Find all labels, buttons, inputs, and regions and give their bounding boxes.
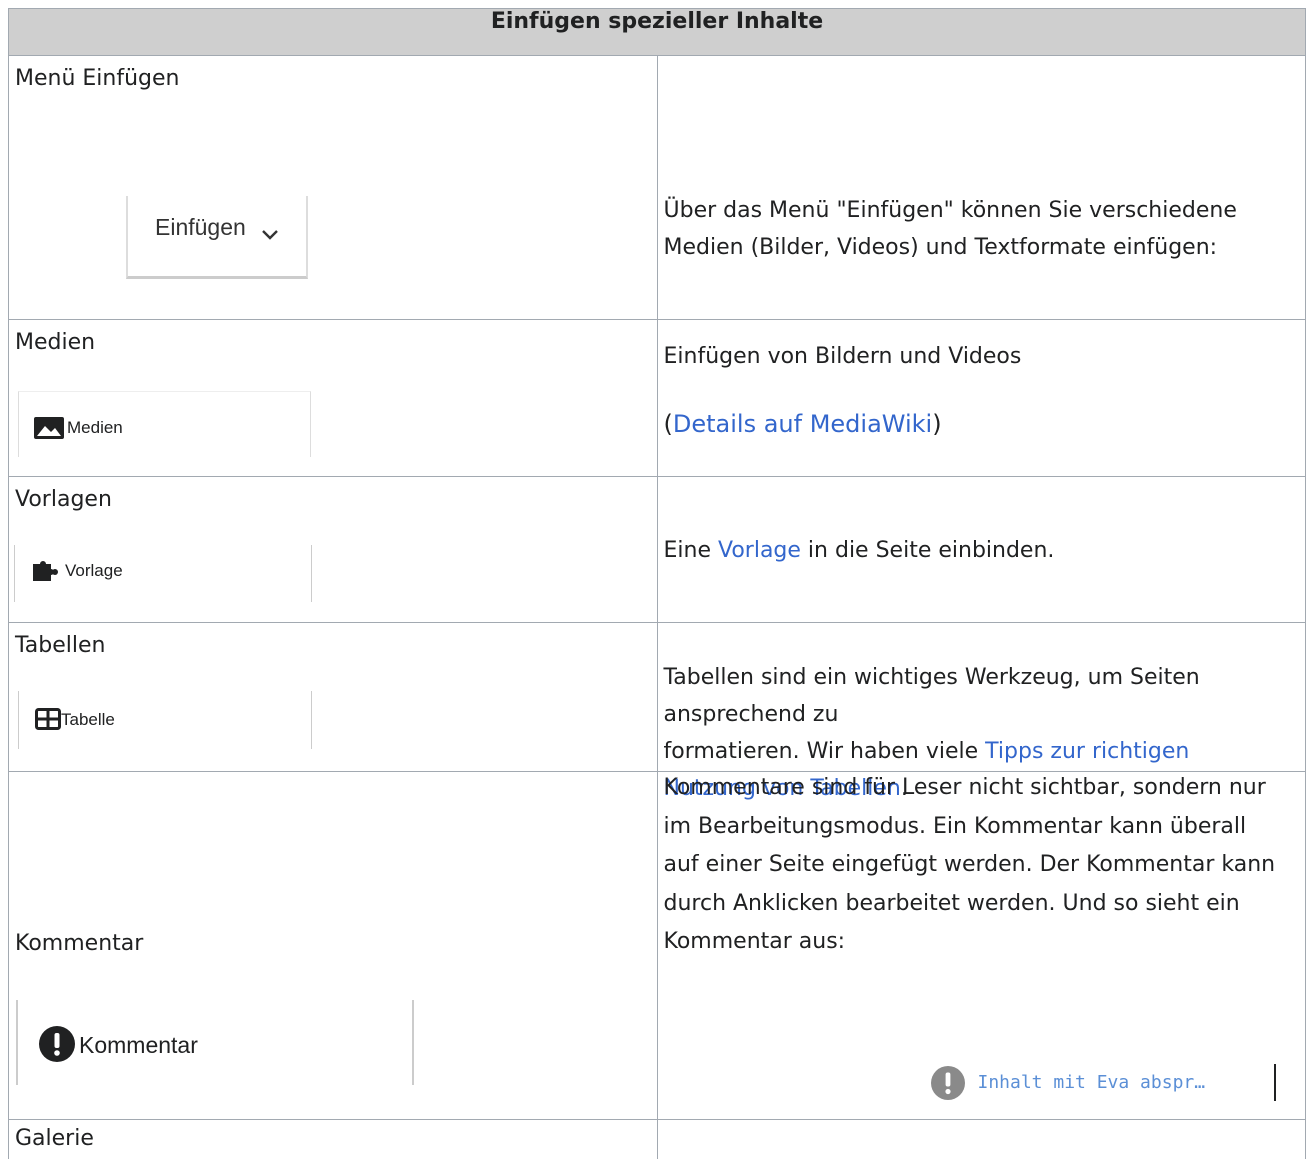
comment-example-text: Inhalt mit Eva abspr… xyxy=(977,1072,1206,1093)
special-content-table: Einfügen spezieller Inhalte Menü Einfüge… xyxy=(8,8,1306,1159)
description-cell: Einfügen von Bildern und Videos (Details… xyxy=(656,319,1306,477)
paren-open: ( xyxy=(663,410,673,438)
vorlage-link[interactable]: Vorlage xyxy=(718,538,801,563)
exclamation-icon xyxy=(39,1026,75,1068)
row-label-medien: Medien xyxy=(15,330,96,355)
tabellen-text-line1: Tabellen sind ein wichtiges Werkzeug, um… xyxy=(663,665,1200,727)
tabelle-button-screenshot: Tabelle xyxy=(18,691,312,749)
table-row-vorlagen: Vorlagen Vorlage Eine Vorlage in die Sei… xyxy=(8,476,1306,623)
paren-close: ) xyxy=(932,410,942,438)
row-label-kommentar: Kommentar xyxy=(15,931,144,956)
medien-button-label: Medien xyxy=(67,418,123,437)
label-cell: Kommentar Kommentar xyxy=(8,771,658,1120)
row-label-tabellen: Tabellen xyxy=(15,633,106,658)
description-cell: Tabellen sind ein wichtiges Werkzeug, um… xyxy=(656,622,1306,801)
description-cell: Über das Menü "Einfügen" können Sie vers… xyxy=(656,55,1306,320)
image-icon xyxy=(34,417,64,445)
label-cell: Vorlagen Vorlage xyxy=(8,476,658,623)
row-label-galerie: Galerie xyxy=(15,1126,94,1151)
label-cell: Tabellen Tabelle xyxy=(8,622,658,772)
description-cell xyxy=(656,1119,1306,1159)
table-row-menu: Menü Einfügen Einfügen Über das Menü "Ei… xyxy=(8,55,1306,320)
label-cell: Menü Einfügen Einfügen xyxy=(8,55,658,320)
table-row-galerie: Galerie xyxy=(8,1119,1306,1159)
row-label-menu: Menü Einfügen xyxy=(15,66,180,91)
label-cell: Galerie xyxy=(8,1119,658,1159)
vorlagen-text-after: in die Seite einbinden. xyxy=(800,538,1055,563)
medien-link-line: (Details auf MediaWiki) xyxy=(664,406,1286,443)
table-row-tabellen: Tabellen Tabelle Tabellen sind ein wicht… xyxy=(8,622,1306,801)
einfuegen-button-screenshot: Einfügen xyxy=(126,196,308,279)
vorlage-button-screenshot: Vorlage xyxy=(14,545,312,602)
description-cell: Eine Vorlage in die Seite einbinden. xyxy=(656,476,1306,623)
kommentar-description: Kommentare sind für Leser nicht sichtbar… xyxy=(663,775,1276,954)
puzzle-icon xyxy=(31,560,59,588)
vorlagen-text-before: Eine xyxy=(663,538,718,563)
comment-example[interactable]: Inhalt mit Eva abspr… xyxy=(930,1064,1291,1101)
tabelle-button-label: Tabelle xyxy=(61,710,115,729)
table-row-kommentar: Kommentar Kommentar Kommentare sind für … xyxy=(8,771,1306,1120)
tabellen-text-line2: formatieren. Wir haben viele xyxy=(663,739,986,764)
vorlagen-description: Eine Vorlage in die Seite einbinden. xyxy=(664,532,1286,569)
description-cell: Kommentare sind für Leser nicht sichtbar… xyxy=(656,771,1306,1120)
row-label-vorlagen: Vorlagen xyxy=(15,487,112,512)
kommentar-button-label: Kommentar xyxy=(79,1032,198,1058)
einfuegen-button-label: Einfügen xyxy=(155,214,246,240)
comment-exclamation-icon xyxy=(930,1066,965,1106)
chevron-down-icon xyxy=(260,222,280,248)
details-mediawiki-link[interactable]: Details auf MediaWiki xyxy=(673,410,932,438)
medien-button-screenshot: Medien xyxy=(18,391,311,457)
vorlage-button-label: Vorlage xyxy=(65,561,123,580)
table-row-medien: Medien Medien Einfügen von Bildern und V… xyxy=(8,319,1306,477)
menu-description: Über das Menü "Einfügen" können Sie vers… xyxy=(663,198,1237,260)
table-title: Einfügen spezieller Inhalte xyxy=(8,8,1306,56)
label-cell: Medien Medien xyxy=(8,319,658,477)
medien-description: Einfügen von Bildern und Videos xyxy=(663,344,1022,369)
table-icon xyxy=(35,708,61,736)
text-cursor xyxy=(1273,1064,1276,1101)
kommentar-button-screenshot: Kommentar xyxy=(16,1000,414,1085)
